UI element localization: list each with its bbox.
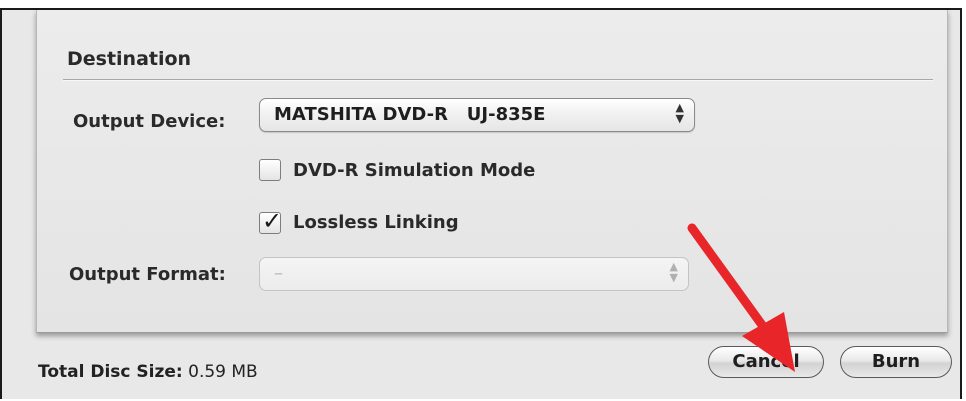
output-device-label: Output Device: <box>73 111 226 132</box>
dvd-r-simulation-label[interactable]: DVD-R Simulation Mode <box>293 160 535 181</box>
checkmark-icon: ✓ <box>262 207 283 235</box>
output-format-label: Output Format: <box>69 264 226 285</box>
burn-button[interactable]: Burn <box>840 346 952 378</box>
section-divider <box>63 79 933 81</box>
destination-section-title: Destination <box>67 48 192 70</box>
lossless-linking-label[interactable]: Lossless Linking <box>293 212 459 233</box>
output-device-value: MATSHITA DVD-R UJ-835E <box>274 104 546 125</box>
dvd-r-simulation-checkbox[interactable] <box>259 159 281 181</box>
up-down-arrows-icon: ▲ ▼ <box>669 260 678 284</box>
total-disc-size-label: Total Disc Size: <box>38 362 183 382</box>
total-disc-size: Total Disc Size: 0.59 MB <box>38 362 258 382</box>
up-down-arrows-icon: ▲ ▼ <box>675 101 684 125</box>
dialog-window: Destination Output Device: MATSHITA DVD-… <box>0 8 962 399</box>
output-format-value: – <box>274 263 283 284</box>
lossless-linking-checkbox[interactable]: ✓ <box>259 207 282 235</box>
output-device-popup[interactable]: MATSHITA DVD-R UJ-835E ▲ ▼ <box>259 98 695 132</box>
total-disc-size-value: 0.59 MB <box>188 362 258 382</box>
cancel-button[interactable]: Cancel <box>708 346 824 378</box>
destination-panel: Destination Output Device: MATSHITA DVD-… <box>36 10 948 333</box>
output-format-popup[interactable]: – ▲ ▼ <box>259 257 689 291</box>
